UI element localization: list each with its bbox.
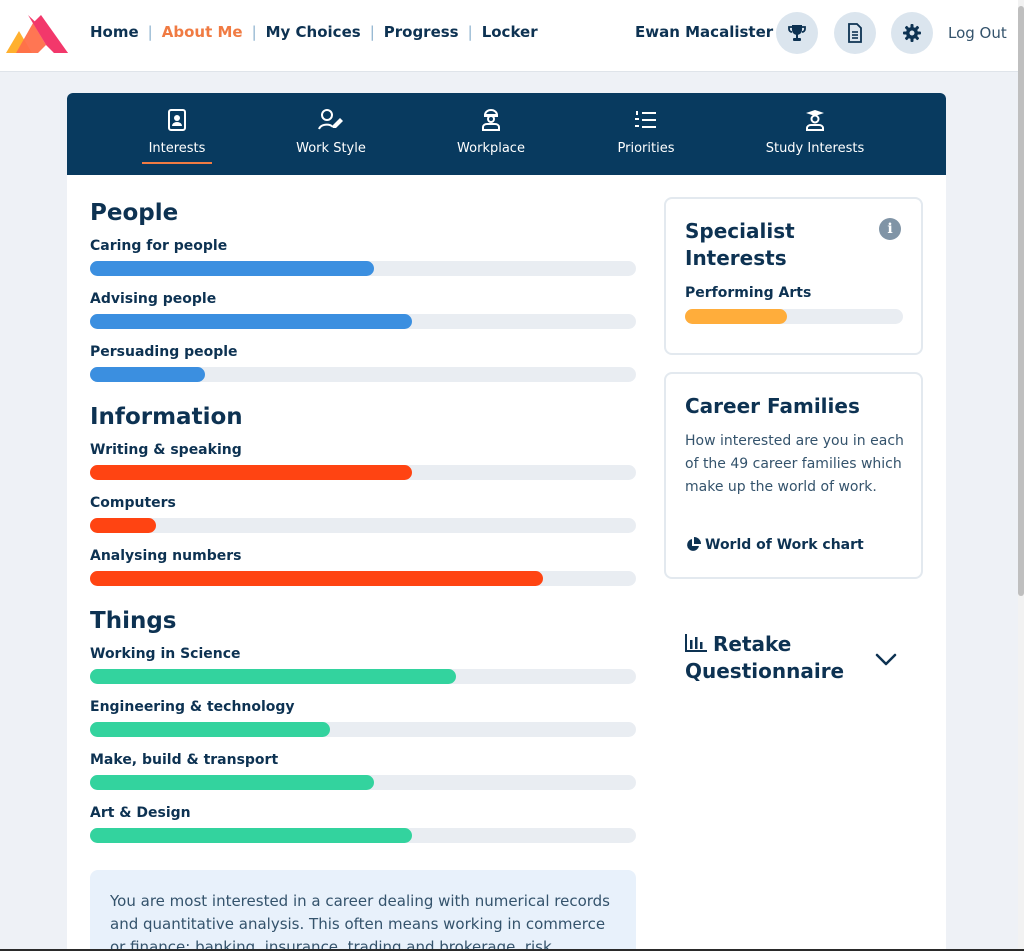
top-header: Home | About Me | My Choices | Progress | Locker… bbox=[0, 0, 1018, 72]
tab-label: Study Interests bbox=[765, 141, 865, 156]
bar-chart-icon bbox=[685, 634, 707, 652]
active-tab-indicator bbox=[142, 162, 212, 164]
info-icon[interactable]: i bbox=[879, 218, 901, 240]
interest-bar-fill bbox=[90, 261, 374, 276]
brand-logo[interactable] bbox=[6, 15, 68, 53]
trophy-button[interactable] bbox=[776, 12, 818, 54]
nav-my-choices[interactable]: My Choices bbox=[266, 23, 361, 41]
specialist-title: Specialist Interests bbox=[685, 219, 795, 270]
summary-text: You are most interested in a career deal… bbox=[110, 892, 610, 951]
tab-workplace[interactable]: Workplace bbox=[445, 93, 537, 175]
nav-separator: | bbox=[369, 23, 375, 41]
chevron-down-icon bbox=[875, 653, 897, 666]
interest-bar-track bbox=[90, 314, 636, 329]
interest-label: Engineering & technology bbox=[90, 699, 295, 715]
tab-label: Work Style bbox=[296, 141, 366, 156]
about-me-card: Interests Work Style Workplace Prioritie… bbox=[67, 93, 946, 951]
interest-bar-fill bbox=[90, 571, 544, 586]
interest-bar-track bbox=[90, 775, 636, 790]
logout-link[interactable]: Log Out bbox=[948, 24, 1007, 42]
tab-label: Interests bbox=[148, 141, 206, 156]
specialist-bar-track bbox=[685, 309, 903, 324]
interest-bar-track bbox=[90, 261, 636, 276]
tab-label: Workplace bbox=[457, 141, 525, 156]
nav-locker[interactable]: Locker bbox=[482, 23, 538, 41]
pie-chart-icon bbox=[687, 537, 701, 551]
tab-study-interests[interactable]: Study Interests bbox=[761, 93, 869, 175]
interest-label: Persuading people bbox=[90, 344, 238, 360]
interest-bar-track bbox=[90, 518, 636, 533]
nav-home[interactable]: Home bbox=[90, 23, 139, 41]
retake-title: Retake Questionnaire bbox=[685, 632, 845, 683]
gear-icon bbox=[903, 24, 921, 42]
interest-bar-fill bbox=[90, 775, 374, 790]
profile-card-icon bbox=[167, 109, 187, 131]
interest-bar-fill bbox=[90, 367, 205, 382]
document-icon bbox=[848, 23, 862, 43]
interest-label: Advising people bbox=[90, 291, 217, 307]
retake-questionnaire-toggle[interactable]: Retake Questionnaire bbox=[685, 631, 905, 685]
career-families-panel: Career Families How interested are you i… bbox=[664, 372, 923, 579]
interest-bar-fill bbox=[90, 465, 413, 480]
nav-progress[interactable]: Progress bbox=[384, 23, 459, 41]
nav-separator: | bbox=[147, 23, 153, 41]
document-button[interactable] bbox=[834, 12, 876, 54]
career-families-title: Career Families bbox=[685, 394, 860, 418]
trophy-icon bbox=[788, 25, 806, 41]
tab-interests[interactable]: Interests bbox=[137, 93, 217, 175]
tab-work-style[interactable]: Work Style bbox=[285, 93, 377, 175]
world-of-work-label: World of Work chart bbox=[705, 537, 864, 553]
interest-label: Working in Science bbox=[90, 646, 241, 662]
numbered-list-icon bbox=[635, 109, 657, 131]
settings-button[interactable] bbox=[891, 12, 933, 54]
nav-separator: | bbox=[467, 23, 473, 41]
specialist-item-label: Performing Arts bbox=[685, 285, 812, 301]
worker-icon bbox=[481, 109, 501, 131]
vertical-scrollbar[interactable] bbox=[1018, 0, 1024, 951]
interest-label: Computers bbox=[90, 495, 176, 511]
interest-label: Art & Design bbox=[90, 805, 191, 821]
career-families-text: How interested are you in each of the 49… bbox=[685, 433, 904, 495]
about-me-tabs: Interests Work Style Workplace Prioritie… bbox=[67, 93, 946, 175]
section-title-people: People bbox=[90, 200, 179, 226]
interest-bar-fill bbox=[90, 828, 413, 843]
interest-label: Analysing numbers bbox=[90, 548, 242, 564]
interest-label: Writing & speaking bbox=[90, 442, 242, 458]
interest-bar-track bbox=[90, 828, 636, 843]
section-title-things: Things bbox=[90, 608, 177, 634]
specialist-interests-panel: Specialist Interests i Performing Arts bbox=[664, 197, 923, 355]
interest-label: Make, build & transport bbox=[90, 752, 279, 768]
scrollbar-thumb[interactable] bbox=[1018, 6, 1024, 596]
graduate-icon bbox=[805, 109, 825, 131]
tab-label: Priorities bbox=[617, 141, 675, 156]
user-name: Ewan Macalister bbox=[635, 23, 774, 41]
interest-bar-fill bbox=[90, 518, 156, 533]
nav-separator: | bbox=[251, 23, 257, 41]
interest-bar-fill bbox=[90, 314, 413, 329]
user-style-icon bbox=[317, 109, 345, 131]
interest-bar-fill bbox=[90, 722, 331, 737]
world-of-work-link[interactable]: World of Work chart bbox=[685, 537, 864, 553]
interest-bar-track bbox=[90, 367, 636, 382]
interest-label: Caring for people bbox=[90, 238, 228, 254]
specialist-bar-fill bbox=[685, 309, 788, 324]
interest-summary: You are most interested in a career deal… bbox=[90, 870, 636, 951]
section-title-information: Information bbox=[90, 404, 243, 430]
nav-about-me[interactable]: About Me bbox=[162, 23, 243, 41]
interest-bar-track bbox=[90, 722, 636, 737]
interest-bar-fill bbox=[90, 669, 456, 684]
interest-bar-track bbox=[90, 465, 636, 480]
main-nav: Home | About Me | My Choices | Progress | Locker bbox=[90, 23, 538, 41]
interest-bar-track bbox=[90, 669, 636, 684]
interest-bar-track bbox=[90, 571, 636, 586]
tab-priorities[interactable]: Priorities bbox=[607, 93, 685, 175]
